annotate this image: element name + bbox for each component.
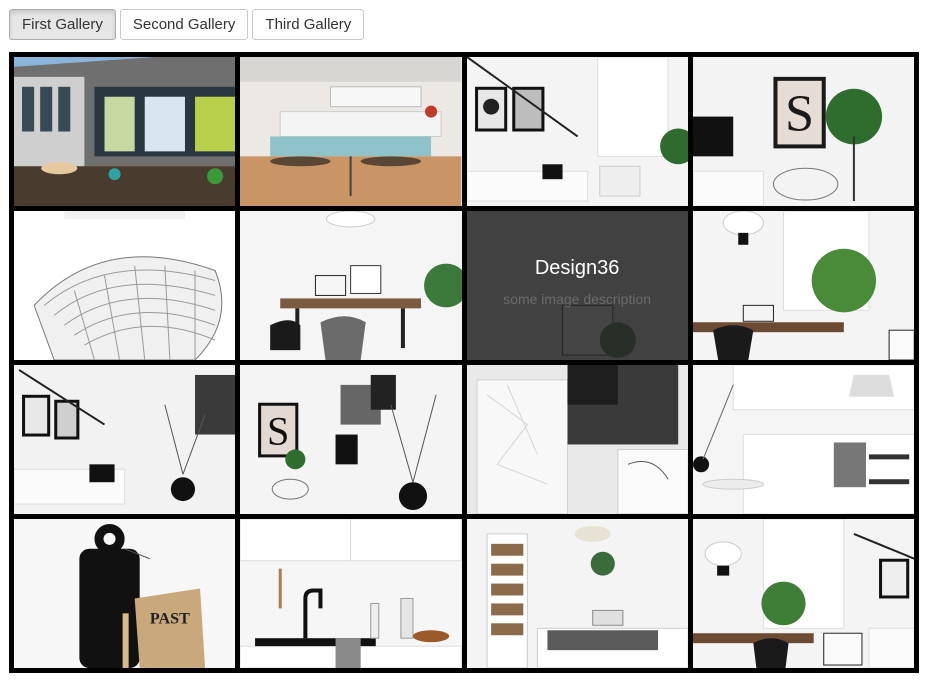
image-cutting-board: PAST <box>14 519 236 668</box>
gallery-tabs: First Gallery Second Gallery Third Galle… <box>9 9 365 42</box>
gallery-image-rooftop-terrace[interactable] <box>14 57 236 206</box>
image-hover-overlay: Design36 some image description <box>466 211 688 360</box>
image-gallery-grid: S Design36 some image description S PAST <box>9 52 919 673</box>
image-bright-dining <box>692 211 914 360</box>
gallery-image-wire-chair[interactable] <box>14 211 236 360</box>
image-black-faucet <box>240 519 462 668</box>
image-bedroom-shelf <box>466 519 688 668</box>
gallery-image-s-poster-vase[interactable]: S <box>240 365 462 514</box>
gallery-image-crumpled-paper[interactable] <box>466 365 688 514</box>
gallery-image-black-faucet[interactable] <box>240 519 462 668</box>
tab-first-gallery[interactable]: First Gallery <box>9 9 116 40</box>
svg-text:PAST: PAST <box>150 610 190 627</box>
overlay-title: Design36 <box>534 256 620 279</box>
image-s-poster-vase: S <box>240 365 462 514</box>
image-wire-chair <box>14 211 236 360</box>
tab-second-gallery[interactable]: Second Gallery <box>119 9 249 40</box>
image-living-room-posters <box>466 57 688 206</box>
image-dining-table <box>240 211 462 360</box>
svg-text:S: S <box>267 409 289 454</box>
gallery-image-living-room-posters[interactable] <box>466 57 688 206</box>
gallery-image-white-kitchen[interactable] <box>692 365 914 514</box>
gallery-image-white-sofa[interactable] <box>14 365 236 514</box>
gallery-image-cafe-interior[interactable] <box>240 57 462 206</box>
gallery-image-dining-lightbox[interactable] <box>692 519 914 668</box>
svg-text:S: S <box>785 86 814 143</box>
gallery-image-bedroom-shelf[interactable] <box>466 519 688 668</box>
image-white-sofa <box>14 365 236 514</box>
gallery-image-s-poster-room[interactable]: S <box>692 57 914 206</box>
image-s-poster-room: S <box>692 57 914 206</box>
image-crumpled-paper <box>466 365 688 514</box>
gallery-image-dining-table[interactable] <box>240 211 462 360</box>
image-rooftop-terrace <box>14 57 236 206</box>
gallery-image-bright-dining[interactable] <box>692 211 914 360</box>
gallery-image-cutting-board[interactable]: PAST <box>14 519 236 668</box>
image-white-kitchen <box>692 365 914 514</box>
gallery-image-hovered[interactable]: Design36 some image description <box>466 211 688 360</box>
image-dining-lightbox <box>692 519 914 668</box>
tab-third-gallery[interactable]: Third Gallery <box>252 9 365 40</box>
overlay-description: some image description <box>503 290 652 307</box>
image-cafe-interior <box>240 57 462 206</box>
